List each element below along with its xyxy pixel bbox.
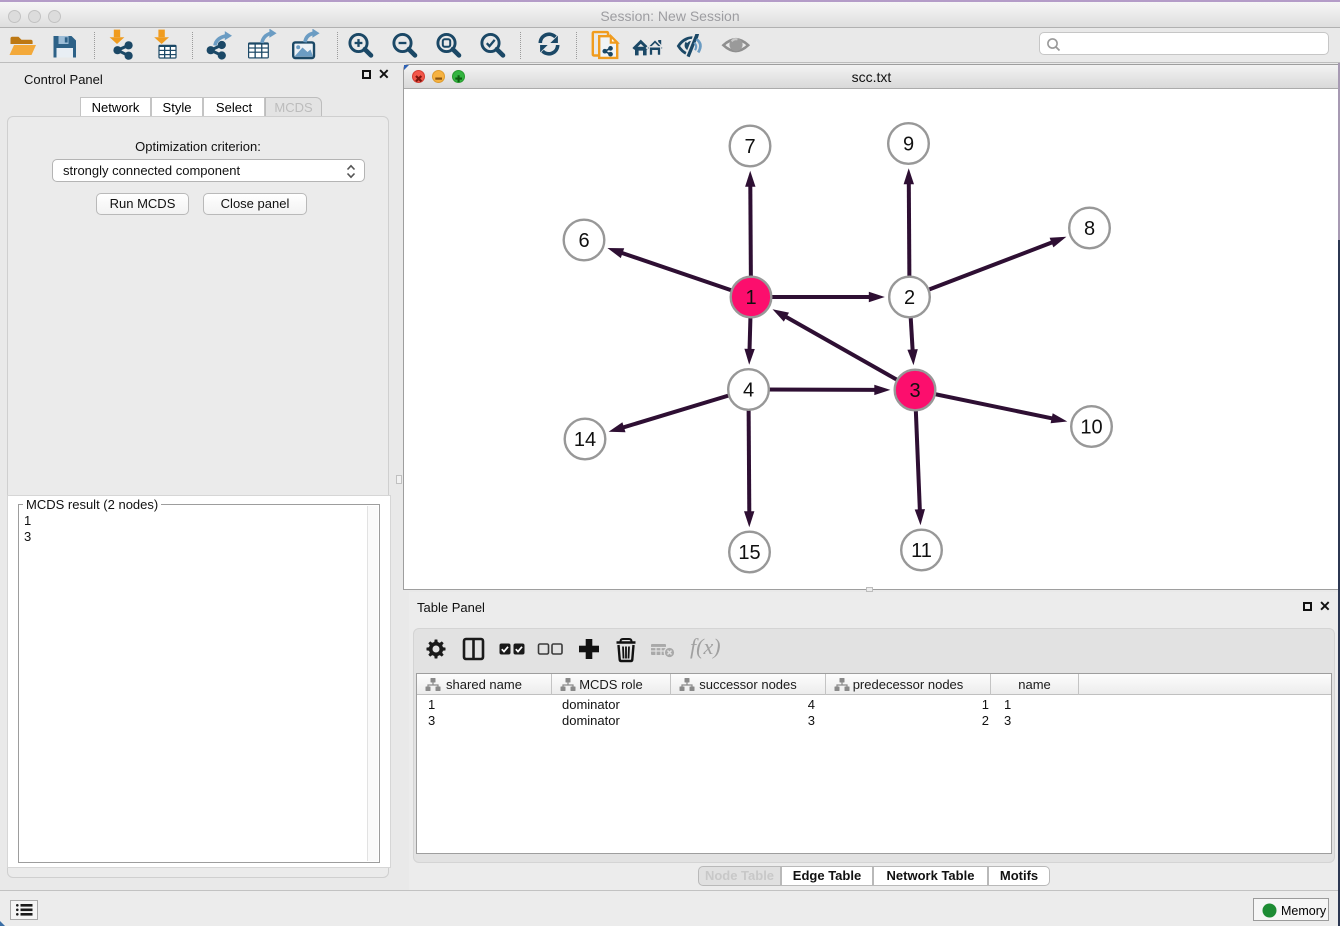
svg-text:14: 14	[574, 429, 596, 451]
svg-text:11: 11	[911, 540, 932, 562]
svg-text:4: 4	[743, 380, 754, 402]
svg-text:9: 9	[903, 134, 914, 156]
svg-text:6: 6	[578, 230, 589, 252]
svg-text:15: 15	[738, 542, 760, 564]
svg-text:7: 7	[744, 136, 755, 158]
svg-text:1: 1	[745, 287, 756, 309]
svg-text:10: 10	[1080, 417, 1102, 439]
svg-text:8: 8	[1084, 218, 1095, 240]
svg-text:3: 3	[909, 380, 920, 402]
svg-text:2: 2	[904, 287, 915, 309]
